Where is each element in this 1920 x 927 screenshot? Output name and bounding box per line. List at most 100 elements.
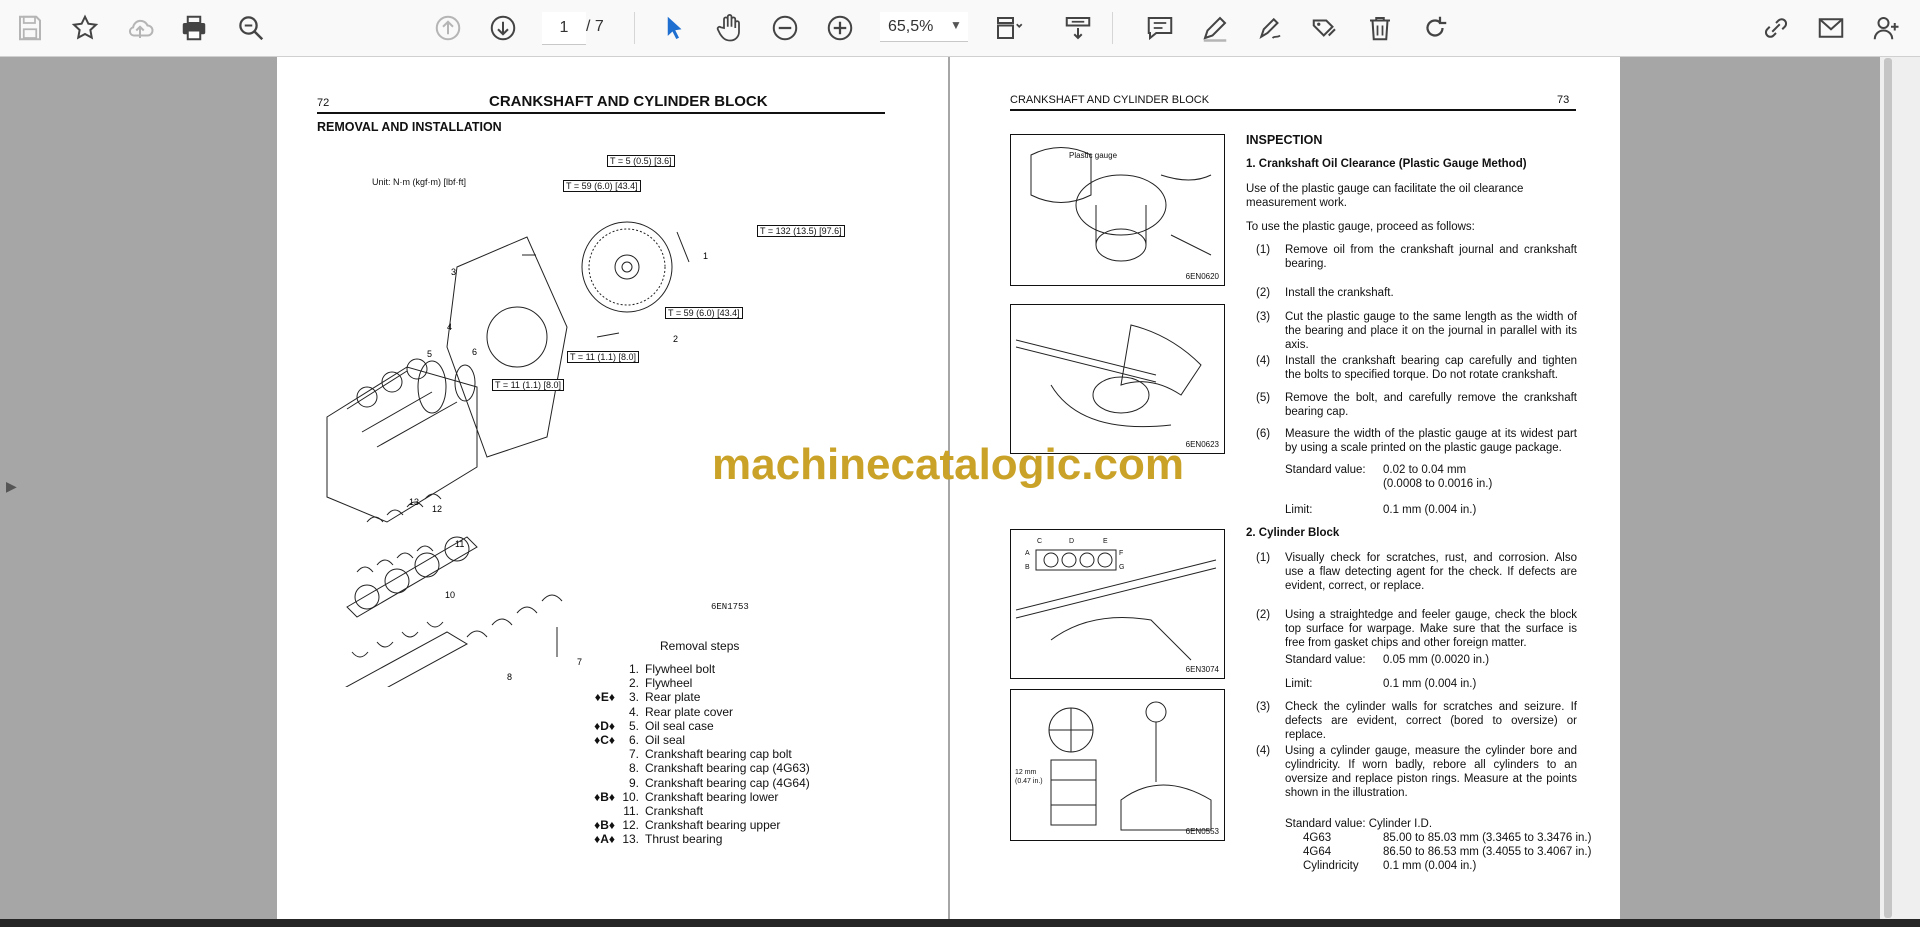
item-text: Install the crankshaft bearing cap caref… bbox=[1285, 355, 1577, 381]
step-text: Crankshaft bearing upper bbox=[645, 818, 781, 833]
part-label-4: 4 bbox=[447, 322, 452, 332]
item-text: Visually check for scratches, rust, and … bbox=[1285, 552, 1577, 592]
watermark-text: machinecatalogic.com bbox=[712, 440, 1184, 489]
item-number: (3) bbox=[1256, 701, 1271, 713]
share-link-icon[interactable] bbox=[1758, 10, 1794, 46]
fig-label-g: G bbox=[1119, 564, 1125, 571]
part-label-3: 3 bbox=[451, 267, 456, 277]
hand-pan-icon[interactable] bbox=[711, 10, 747, 46]
limit-label: Limit: bbox=[1285, 678, 1313, 690]
step-mark: ♦B♦ bbox=[594, 818, 615, 833]
add-user-icon[interactable] bbox=[1868, 10, 1904, 46]
step-text: Oil seal case bbox=[645, 718, 714, 733]
part-label-7a: 7 bbox=[577, 657, 582, 667]
removal-step: 1. Flywheel bolt bbox=[587, 662, 715, 676]
measure-gauge-illustration bbox=[1015, 324, 1202, 428]
mail-icon[interactable] bbox=[1813, 10, 1849, 46]
figure-code: 6EN0623 bbox=[1185, 440, 1219, 449]
toolbar: / 7 65,5% ▼ bbox=[0, 0, 1920, 57]
save-icon[interactable] bbox=[12, 10, 48, 46]
item-text: Check the cylinder walls for scratches a… bbox=[1285, 701, 1577, 741]
item-number: (4) bbox=[1256, 355, 1271, 367]
removal-step: 4. Rear plate cover bbox=[587, 705, 733, 719]
removal-step: 11. Crankshaft bbox=[587, 804, 703, 818]
figure-code: 6EN0620 bbox=[1185, 272, 1219, 281]
bore-key: 4G64 bbox=[1303, 846, 1332, 858]
upload-cloud-icon[interactable] bbox=[122, 10, 158, 46]
bookmark-star-icon[interactable] bbox=[67, 10, 103, 46]
figure-label: Plastic gauge bbox=[1069, 151, 1118, 160]
figure-code: 6EN0553 bbox=[1185, 827, 1219, 836]
item-number: (6) bbox=[1256, 428, 1271, 440]
step-number: 1. bbox=[628, 662, 639, 676]
pen-icon[interactable] bbox=[1197, 10, 1233, 46]
item-number: (4) bbox=[1256, 745, 1271, 757]
delete-icon[interactable] bbox=[1362, 10, 1398, 46]
removal-step: ♦B♦ 10. Crankshaft bearing lower bbox=[587, 790, 778, 804]
part-label-8: 8 bbox=[507, 672, 512, 682]
step-text: Crankshaft bbox=[645, 804, 704, 818]
step-text: Crankshaft bearing cap (4G64) bbox=[645, 775, 810, 790]
zoom-in-icon[interactable] bbox=[822, 10, 858, 46]
part-label-11: 11 bbox=[455, 539, 464, 549]
page-up-icon[interactable] bbox=[430, 10, 466, 46]
step-number: 3. bbox=[628, 690, 639, 705]
step-text: Flywheel bbox=[645, 676, 693, 691]
step-number: 4. bbox=[628, 704, 639, 719]
zoom-out-icon[interactable] bbox=[767, 10, 803, 46]
item-number: (5) bbox=[1256, 392, 1271, 404]
bore-key: Cylindricity bbox=[1303, 860, 1359, 872]
removal-step: 9. Crankshaft bearing cap (4G64) bbox=[587, 776, 810, 790]
step-mark: ♦E♦ bbox=[594, 690, 615, 705]
figure-code: 6EN1753 bbox=[711, 602, 749, 612]
step-text: Rear plate bbox=[645, 690, 701, 705]
item-text: Remove the bolt, and carefully remove th… bbox=[1285, 392, 1577, 418]
bore-key: 4G63 bbox=[1303, 832, 1332, 844]
item-text: Cut the plastic gauge to the same length… bbox=[1285, 311, 1577, 351]
torque-tag: T = 132 (13.5) [97.6] bbox=[757, 225, 845, 237]
print-icon[interactable] bbox=[176, 10, 212, 46]
item-text: Measure the width of the plastic gauge a… bbox=[1285, 428, 1577, 454]
limit-label: Limit: bbox=[1285, 504, 1313, 516]
inspection-heading: INSPECTION bbox=[1246, 133, 1323, 147]
removal-step: 2. Flywheel bbox=[587, 676, 692, 690]
step-number: 13. bbox=[622, 832, 639, 847]
item-text: Using a straightedge and feeler gauge, c… bbox=[1285, 609, 1577, 649]
bore-value: 86.50 to 86.53 mm (3.4055 to 3.4067 in.) bbox=[1383, 846, 1592, 858]
bottom-bar bbox=[0, 919, 1920, 927]
removal-step: 8. Crankshaft bearing cap (4G63) bbox=[587, 761, 810, 775]
chevron-down-icon[interactable]: ▼ bbox=[950, 18, 962, 32]
zoom-search-icon[interactable] bbox=[233, 10, 269, 46]
page-total: / 7 bbox=[586, 18, 604, 35]
step-mark: ♦D♦ bbox=[594, 718, 615, 733]
step-number: 2. bbox=[628, 676, 639, 691]
std-value: 0.05 mm (0.0020 in.) bbox=[1383, 654, 1490, 666]
comment-icon[interactable] bbox=[1142, 10, 1178, 46]
zoom-value: 65,5% bbox=[888, 17, 934, 35]
scan-icon[interactable] bbox=[1060, 10, 1096, 46]
page-number: 72 bbox=[317, 97, 330, 109]
left-panel-toggle-icon[interactable]: ▶ bbox=[6, 478, 17, 495]
unit-note: Unit: N·m (kgf·m) [lbf·ft] bbox=[372, 177, 466, 187]
scrollbar-thumb[interactable] bbox=[1884, 58, 1892, 918]
redo-icon[interactable] bbox=[1417, 10, 1453, 46]
removal-step: 7. Crankshaft bearing cap bolt bbox=[587, 747, 792, 761]
subheading-oil-clearance: 1. Crankshaft Oil Clearance (Plastic Gau… bbox=[1246, 158, 1527, 170]
stamp-icon[interactable] bbox=[1307, 10, 1343, 46]
fit-page-icon[interactable] bbox=[990, 10, 1026, 46]
page-number-input[interactable] bbox=[542, 12, 586, 45]
removal-step: ♦E♦ 3. Rear plate bbox=[587, 690, 701, 705]
part-label-12: 12 bbox=[432, 504, 442, 514]
fig-label-c: C bbox=[1037, 538, 1043, 545]
page-down-icon[interactable] bbox=[485, 10, 521, 46]
step-text: Flywheel bolt bbox=[645, 662, 716, 676]
sign-icon[interactable] bbox=[1252, 10, 1288, 46]
step-mark: ♦C♦ bbox=[594, 733, 615, 747]
figure-code: 6EN3074 bbox=[1185, 665, 1219, 674]
fig-label-d: D bbox=[1069, 538, 1075, 545]
select-cursor-icon[interactable] bbox=[656, 10, 692, 46]
step-number: 10. bbox=[622, 789, 639, 804]
item-text: Using a cylinder gauge, measure the cyli… bbox=[1285, 745, 1577, 799]
step-number: 7. bbox=[628, 747, 639, 762]
step-number: 9. bbox=[628, 775, 639, 790]
